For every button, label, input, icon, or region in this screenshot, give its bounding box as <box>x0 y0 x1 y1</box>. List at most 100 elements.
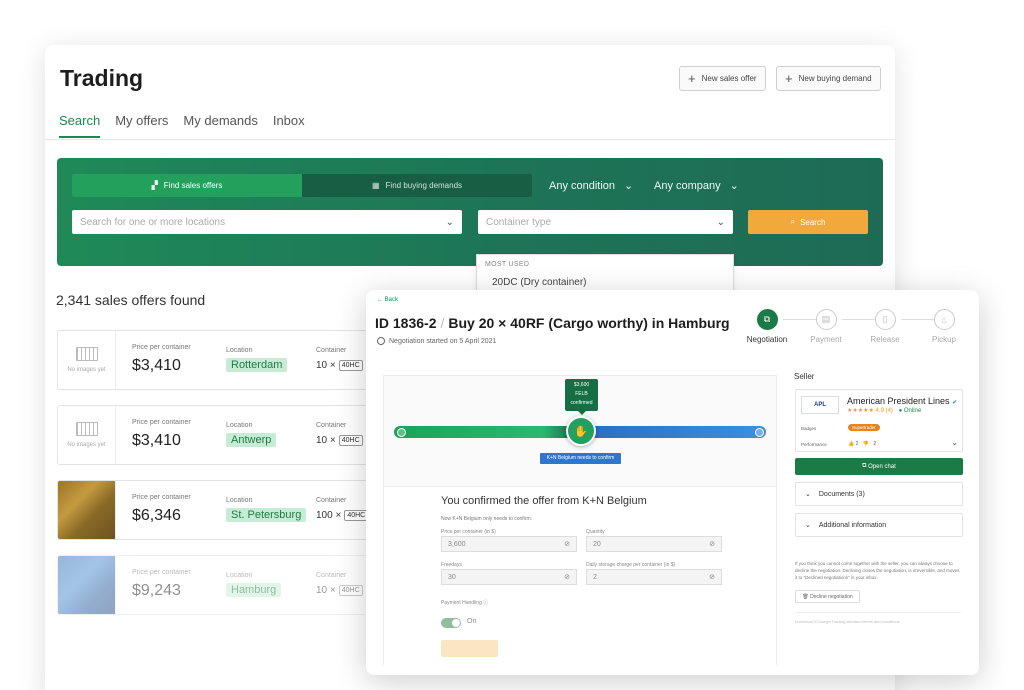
negotiation-panel: $3,600 FELB confirmed ✋ K+N Belgium need… <box>383 375 777 666</box>
documents-accordion[interactable]: ⌄ Documents (3) <box>795 482 963 506</box>
new-sales-offer-button[interactable]: + New sales offer <box>679 66 766 91</box>
no-images-label: No images yet <box>67 442 106 448</box>
performance-scores: 👍 2 👎 2 <box>848 441 876 447</box>
thumbs-down-icon: 👎 <box>862 441 870 447</box>
supertrader-badge: Supertrader <box>848 424 880 431</box>
flag-price: $3,600 <box>573 382 590 388</box>
location-search-input[interactable]: Search for one or more locations ⌄ <box>72 210 462 234</box>
payment-handling-toggle[interactable] <box>441 618 461 628</box>
perf-negative: 2 <box>873 441 877 447</box>
download-terms-link[interactable]: Download XChange Trading standard terms … <box>795 612 961 624</box>
seller-name[interactable]: American President Lines ✔ <box>847 396 957 406</box>
container-photo <box>58 481 116 539</box>
no-edit-icon: ⊘ <box>564 541 570 548</box>
freedays-field[interactable]: 30 ⊘ <box>441 569 577 585</box>
verified-icon: ✔ <box>952 400 958 406</box>
quantity-field[interactable]: 20 ⊘ <box>586 536 722 552</box>
tab-inbox[interactable]: Inbox <box>273 113 305 138</box>
price-label: Price per container <box>132 494 191 501</box>
perf-positive: 2 <box>855 441 859 447</box>
chevron-down-icon: ⌄ <box>805 522 811 529</box>
offer-card[interactable]: No images yet Price per container $3,410… <box>57 330 377 390</box>
step-label: Pickup <box>931 335 956 344</box>
seller-heading: Seller <box>794 372 815 381</box>
confirmation-title: You confirmed the offer from K+N Belgium <box>441 495 647 507</box>
additional-info-accordion[interactable]: ⌄ Additional information <box>795 513 963 537</box>
tabs-divider <box>45 139 895 140</box>
price-field-value: 3,600 <box>448 540 466 548</box>
dropdown-option[interactable]: 20DC (Dry container) <box>492 277 586 288</box>
location-chip: Rotterdam <box>226 358 288 372</box>
performance-label: Performance <box>801 442 827 447</box>
seller-end-icon <box>755 428 764 437</box>
storage-field[interactable]: 2 ⊘ <box>586 569 722 585</box>
search-button[interactable]: ⌕ Search <box>748 210 868 234</box>
open-chat-button[interactable]: ⧉ Open chat <box>795 458 963 475</box>
needs-confirm-tag: K+N Belgium needs to confirm <box>540 453 621 464</box>
negotiation-subject: Buy 20 × 40RF (Cargo worthy) in Hamburg <box>448 315 730 331</box>
badges-label: Badges <box>801 426 817 431</box>
seller-logo: APL <box>801 396 839 414</box>
container-label: Container <box>316 497 347 504</box>
step-negotiation[interactable]: ⧉ Negotiation <box>737 309 797 344</box>
freedays-field-label: Freedays <box>441 562 462 568</box>
container-qty: 10 × 40HC <box>316 585 363 596</box>
container-type-badge: 40HC <box>338 360 363 371</box>
new-buying-demand-button[interactable]: + New buying demand <box>776 66 881 91</box>
step-release[interactable]: ▯ Release <box>855 309 915 344</box>
toggle-state: On <box>467 618 477 625</box>
handshake-icon: ✋ <box>566 416 596 446</box>
find-sales-offers-toggle[interactable]: ▞ Find sales offers <box>72 174 302 197</box>
container-type-badge: 40HC <box>338 435 363 446</box>
location-chip: Antwerp <box>226 433 277 447</box>
tab-bar: Search My offers My demands Inbox <box>59 113 305 138</box>
step-pickup[interactable]: ⌂ Pickup <box>914 309 974 344</box>
container-label: Container <box>316 572 347 579</box>
condition-dropdown[interactable]: Any condition ⌄ <box>549 179 633 193</box>
tab-search[interactable]: Search <box>59 113 101 138</box>
results-count: 2,341 sales offers found <box>56 292 206 308</box>
back-label: Back <box>384 297 399 303</box>
new-sales-offer-label: New sales offer <box>701 74 757 83</box>
price-field-label: Price per container (in $) <box>441 529 496 535</box>
container-icon <box>75 422 98 436</box>
location-label: Location <box>226 422 253 429</box>
chevron-down-icon[interactable]: ⌄ <box>951 438 958 447</box>
documents-label: Documents (3) <box>818 490 865 498</box>
negotiation-started: Negotiation started on 5 April 2021 <box>377 337 496 345</box>
find-buying-demands-toggle[interactable]: ▦ Find buying demands <box>302 174 532 197</box>
step-label: Release <box>870 335 900 344</box>
progress-stepper: ⧉ Negotiation ▤ Payment ▯ Release ⌂ Pick… <box>741 309 966 349</box>
company-label: Any company <box>654 179 721 192</box>
info-icon: ⓘ <box>483 600 489 606</box>
download-terms-text: Download XChange Trading standard terms … <box>795 619 900 624</box>
search-button-label: Search <box>800 217 826 227</box>
back-link[interactable]: ← Back <box>377 297 398 303</box>
price-label: Price per container <box>132 419 191 426</box>
decline-negotiation-button[interactable]: 🗑 Decline negotiation <box>795 590 860 603</box>
company-dropdown[interactable]: Any company ⌄ <box>654 179 739 193</box>
no-edit-icon: ⊘ <box>709 574 715 581</box>
price-field[interactable]: 3,600 ⊘ <box>441 536 577 552</box>
container-type-select[interactable]: Container type ⌄ <box>478 210 733 234</box>
container-label: Container <box>316 347 347 354</box>
step-payment[interactable]: ▤ Payment <box>796 309 856 344</box>
buyer-end-icon <box>397 428 406 437</box>
confirm-button[interactable] <box>441 640 498 657</box>
decline-label: Decline negotiation <box>810 593 853 600</box>
title-separator: / <box>440 315 445 331</box>
tab-my-offers[interactable]: My offers <box>115 113 168 138</box>
seller-sidebar: Seller APL American President Lines ✔ ★★… <box>794 372 963 624</box>
offer-card[interactable]: Price per container $6,346 Location St. … <box>57 480 377 540</box>
negotiation-id: ID 1836-2 <box>375 315 437 331</box>
freedays-field-value: 30 <box>448 573 456 581</box>
offer-card[interactable]: No images yet Price per container $3,410… <box>57 405 377 465</box>
container-icon <box>75 347 98 361</box>
qty-value: 10 × <box>316 435 336 446</box>
location-placeholder: Search for one or more locations <box>80 216 226 228</box>
tab-my-demands[interactable]: My demands <box>183 113 257 138</box>
container-photo <box>58 556 116 614</box>
price-value: $9,243 <box>132 582 181 599</box>
offer-card[interactable]: Price per container $9,243 Location Hamb… <box>57 555 377 615</box>
location-chip: Hamburg <box>226 583 282 597</box>
